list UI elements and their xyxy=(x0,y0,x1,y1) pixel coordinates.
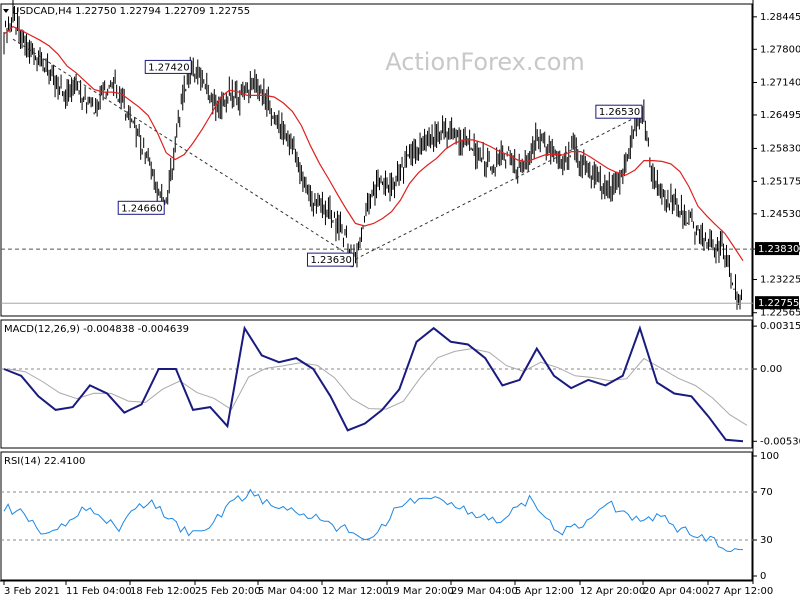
price-annotation-label: 1.24660 xyxy=(121,203,162,214)
y-tick-label: 1.26495 xyxy=(760,110,800,121)
rsi-panel xyxy=(0,451,753,581)
price-annotation-label: 1.26530 xyxy=(599,107,640,118)
macd-tick-label: 0.00315 xyxy=(760,321,800,332)
rsi-tick-label: 100 xyxy=(760,451,779,462)
chart-canvas: ActionForex.com USDCAD,H4 1.22750 1.22794… xyxy=(0,0,800,597)
y-tick-label: 1.27800 xyxy=(760,44,800,55)
x-tick-label: 12 Apr 20:00 xyxy=(580,586,645,597)
y-tick-label: 1.27140 xyxy=(760,78,800,89)
y-tick-label: 1.25830 xyxy=(760,143,800,154)
y-tick-label: 1.22565 xyxy=(760,308,800,319)
x-tick-label: 12 Mar 12:00 xyxy=(322,586,389,597)
x-tick-label: 3 Feb 2021 xyxy=(4,586,60,597)
rsi-tick-label: 70 xyxy=(760,487,773,498)
dropdown-icon xyxy=(3,9,9,13)
x-tick-label: 27 Apr 12:00 xyxy=(708,586,773,597)
y-tick-label: 1.28445 xyxy=(760,12,800,23)
price-panel xyxy=(0,3,753,317)
x-tick-label: 19 Mar 20:00 xyxy=(387,586,454,597)
y-tick-label: 1.23225 xyxy=(760,275,800,286)
x-tick-label: 5 Apr 12:00 xyxy=(515,586,574,597)
macd-tick-label: -0.005307 xyxy=(760,436,800,447)
header-text: USDCAD,H4 1.22750 1.22794 1.22709 1.2275… xyxy=(12,6,250,17)
y-tick-label: 1.24530 xyxy=(760,209,800,220)
x-tick-label: 20 Apr 04:00 xyxy=(643,586,708,597)
y-tick-label: 1.25175 xyxy=(760,176,800,187)
rsi-tick-label: 0 xyxy=(760,571,766,582)
x-tick-label: 11 Feb 04:00 xyxy=(66,586,132,597)
level-price-label: 1.23830 xyxy=(758,244,799,255)
x-tick-label: 29 Mar 04:00 xyxy=(451,586,518,597)
macd-label: MACD(12,26,9) -0.004838 -0.004639 xyxy=(4,324,189,335)
rsi-label: RSI(14) 22.4100 xyxy=(4,456,85,467)
chart-window: ActionForex.com USDCAD,H4 1.22750 1.22794… xyxy=(0,0,800,600)
watermark-text: ActionForex.com xyxy=(385,48,585,76)
ohlc-bars xyxy=(3,0,742,310)
rsi-tick-label: 30 xyxy=(760,535,773,546)
macd-line xyxy=(3,325,744,443)
x-tick-label: 18 Feb 12:00 xyxy=(130,586,196,597)
x-tick-label: 25 Feb 20:00 xyxy=(195,586,261,597)
rsi-line xyxy=(3,488,744,553)
last-price-label: 1.22755 xyxy=(758,298,799,309)
price-annotation-label: 1.23630 xyxy=(310,255,351,266)
macd-panel xyxy=(0,319,753,449)
x-tick-label: 5 Mar 04:00 xyxy=(258,586,318,597)
price-annotation-label: 1.27420 xyxy=(148,62,189,73)
macd-tick-label: 0.00 xyxy=(760,364,782,375)
